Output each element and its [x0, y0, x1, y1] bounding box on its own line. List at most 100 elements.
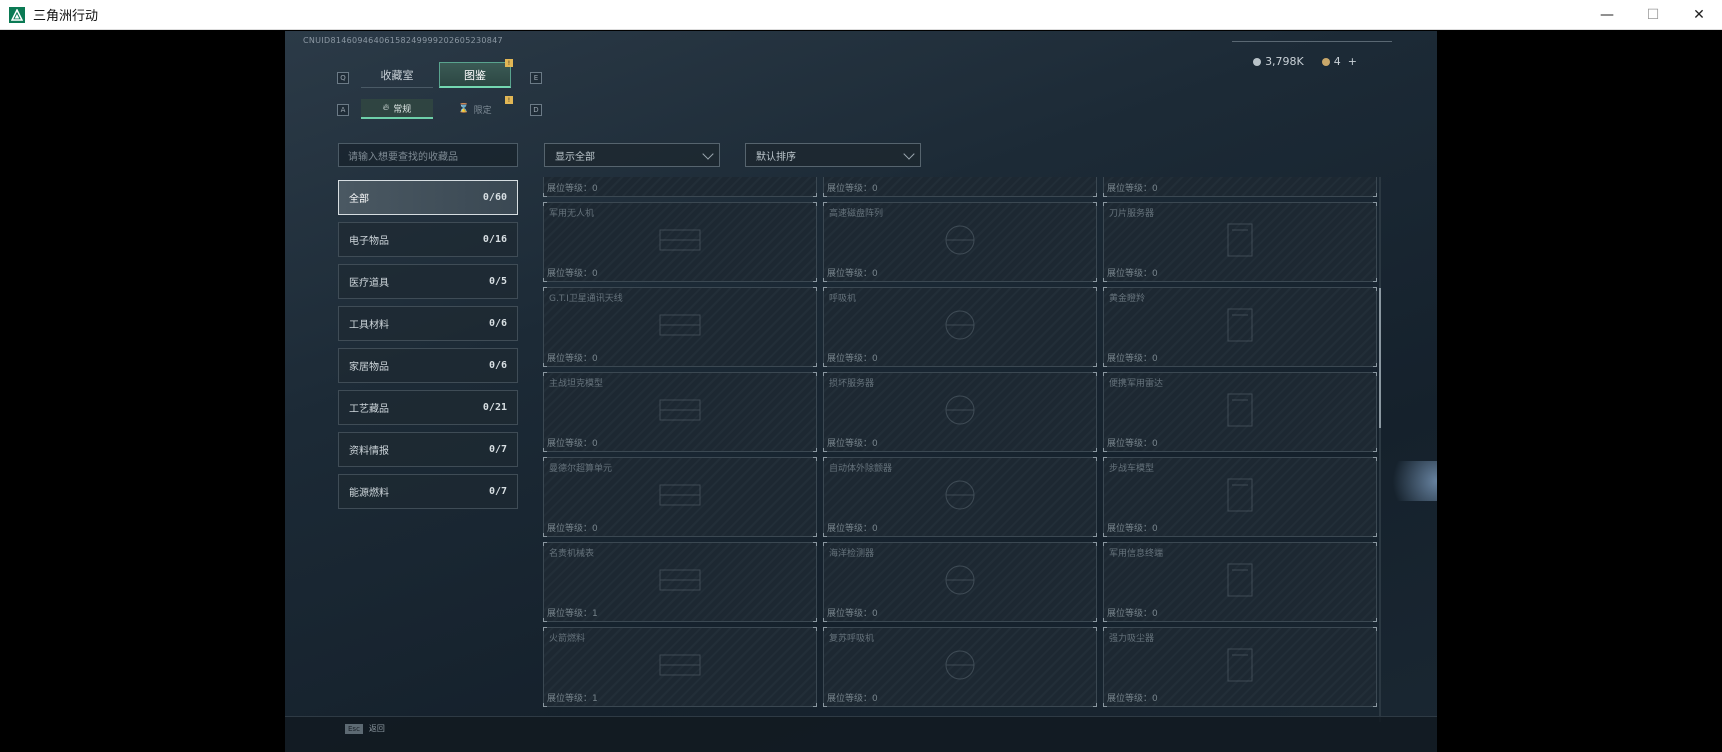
- sort-dropdown[interactable]: 默认排序: [745, 143, 921, 167]
- category-item[interactable]: 工艺藏品 0/21: [338, 390, 518, 425]
- card-level: 展位等级：0: [547, 354, 598, 364]
- item-thumbnail-icon: [930, 390, 990, 434]
- collection-card[interactable]: 便携军用雷达 展位等级：0: [1103, 372, 1377, 452]
- collection-card[interactable]: 复苏呼吸机 展位等级：0: [823, 627, 1097, 707]
- collection-card[interactable]: 高速磁盘阵列 展位等级：0: [823, 202, 1097, 282]
- card-level: 展位等级：0: [1107, 524, 1158, 534]
- category-count: 0/21: [482, 402, 507, 413]
- key-hint-d: D: [530, 104, 542, 116]
- card-corner: [813, 627, 817, 631]
- tab-collection-room[interactable]: 收藏室: [361, 62, 433, 88]
- card-name: 海洋检测器: [829, 549, 875, 559]
- maximize-button[interactable]: ☐: [1630, 0, 1676, 30]
- card-level: 展位等级：1: [547, 609, 598, 619]
- card-corner: [1093, 627, 1097, 631]
- back-label: 返回: [368, 724, 385, 733]
- category-count: 0/16: [482, 234, 507, 245]
- category-item[interactable]: 全部 0/60: [338, 180, 518, 215]
- divider: [1232, 41, 1392, 42]
- back-button[interactable]: Esc 返回: [345, 723, 385, 734]
- chevron-down-icon: [702, 148, 714, 160]
- category-label: 工艺藏品: [349, 404, 389, 415]
- subtab-regular-label: 常规: [393, 104, 412, 115]
- card-corner: [813, 457, 817, 461]
- item-thumbnail-icon: [1210, 645, 1270, 689]
- key-hint-e: E: [530, 72, 542, 84]
- item-thumbnail-icon: [1210, 390, 1270, 434]
- scrollbar-track[interactable]: [1379, 177, 1381, 722]
- card-corner: [1373, 372, 1377, 376]
- card-corner: [1373, 202, 1377, 206]
- item-thumbnail-icon: [930, 177, 990, 179]
- card-corner: [1103, 372, 1107, 376]
- collection-card[interactable]: 损坏服务器 展位等级：0: [823, 372, 1097, 452]
- collection-card[interactable]: G.T.I卫星通讯天线 展位等级：0: [543, 287, 817, 367]
- item-thumbnail-icon: [650, 220, 710, 264]
- card-corner: [823, 457, 827, 461]
- category-label: 资料情报: [349, 446, 389, 457]
- collection-card[interactable]: 展位等级：0: [543, 177, 817, 197]
- subtab-regular[interactable]: 🔥︎ 常规: [361, 99, 433, 119]
- card-corner: [1103, 542, 1107, 546]
- subtab-limited-label: 限定: [473, 105, 492, 116]
- card-name: 步战车模型: [1109, 464, 1155, 474]
- card-corner: [813, 542, 817, 546]
- collection-card[interactable]: 海洋检测器 展位等级：0: [823, 542, 1097, 622]
- card-name: 火箭燃料: [549, 634, 586, 644]
- close-button[interactable]: ✕: [1676, 0, 1722, 30]
- collection-card[interactable]: 黄金瞪羚 展位等级：0: [1103, 287, 1377, 367]
- category-item[interactable]: 能源燃料 0/7: [338, 474, 518, 509]
- card-corner: [1093, 457, 1097, 461]
- card-name: 军用无人机: [549, 209, 595, 219]
- card-level: 展位等级：0: [827, 184, 878, 194]
- card-level: 展位等级：0: [1107, 609, 1158, 619]
- subtab-limited[interactable]: ⌛ 限定: [439, 99, 511, 119]
- collection-card[interactable]: 自动体外除颤器 展位等级：0: [823, 457, 1097, 537]
- collection-card[interactable]: 军用无人机 展位等级：0: [543, 202, 817, 282]
- new-badge: !: [505, 96, 513, 104]
- display-filter-dropdown[interactable]: 显示全部: [544, 143, 720, 167]
- window-titlebar: 三角洲行动 — ☐ ✕: [0, 0, 1722, 30]
- item-thumbnail-icon: [650, 645, 710, 689]
- card-corner: [823, 372, 827, 376]
- item-thumbnail-icon: [1210, 177, 1270, 179]
- category-item[interactable]: 医疗道具 0/5: [338, 264, 518, 299]
- collection-card[interactable]: 展位等级：0: [823, 177, 1097, 197]
- collection-card[interactable]: 呼吸机 展位等级：0: [823, 287, 1097, 367]
- add-currency-button[interactable]: +: [1348, 55, 1357, 68]
- card-level: 展位等级：0: [1107, 439, 1158, 449]
- card-corner: [813, 372, 817, 376]
- category-item[interactable]: 电子物品 0/16: [338, 222, 518, 257]
- silver-currency: 3,798K: [1253, 55, 1304, 68]
- item-thumbnail-icon: [650, 560, 710, 604]
- item-thumbnail-icon: [650, 177, 710, 179]
- category-item[interactable]: 资料情报 0/7: [338, 432, 518, 467]
- card-name: 呼吸机: [829, 294, 857, 304]
- collection-card[interactable]: 曼德尔超算单元 展位等级：0: [543, 457, 817, 537]
- card-corner: [1373, 287, 1377, 291]
- minimize-button[interactable]: —: [1584, 0, 1630, 30]
- card-corner: [543, 372, 547, 376]
- collection-card[interactable]: 展位等级：0: [1103, 177, 1377, 197]
- collection-card[interactable]: 主战坦克模型 展位等级：0: [543, 372, 817, 452]
- card-corner: [823, 542, 827, 546]
- category-item[interactable]: 家居物品 0/6: [338, 348, 518, 383]
- category-label: 家居物品: [349, 362, 389, 373]
- card-corner: [1093, 703, 1097, 707]
- scrollbar-thumb[interactable]: [1379, 288, 1381, 428]
- item-thumbnail-icon: [930, 560, 990, 604]
- item-thumbnail-icon: [930, 305, 990, 349]
- gold-currency: 4 +: [1321, 55, 1357, 68]
- collection-card[interactable]: 火箭燃料 展位等级：1: [543, 627, 817, 707]
- collection-card[interactable]: 强力吸尘器 展位等级：0: [1103, 627, 1377, 707]
- card-corner: [543, 287, 547, 291]
- collection-card[interactable]: 步战车模型展位等级：0: [1103, 457, 1377, 537]
- collection-card[interactable]: 军用信息终端 展位等级：0: [1103, 542, 1377, 622]
- search-input[interactable]: 请输入想要查找的收藏品: [338, 143, 518, 167]
- collection-card[interactable]: 刀片服务器 展位等级：0: [1103, 202, 1377, 282]
- card-corner: [823, 287, 827, 291]
- tab-codex[interactable]: 图鉴: [439, 62, 511, 88]
- category-item[interactable]: 工具材料 0/6: [338, 306, 518, 341]
- card-corner: [543, 627, 547, 631]
- collection-card[interactable]: 名贵机械表 展位等级：1: [543, 542, 817, 622]
